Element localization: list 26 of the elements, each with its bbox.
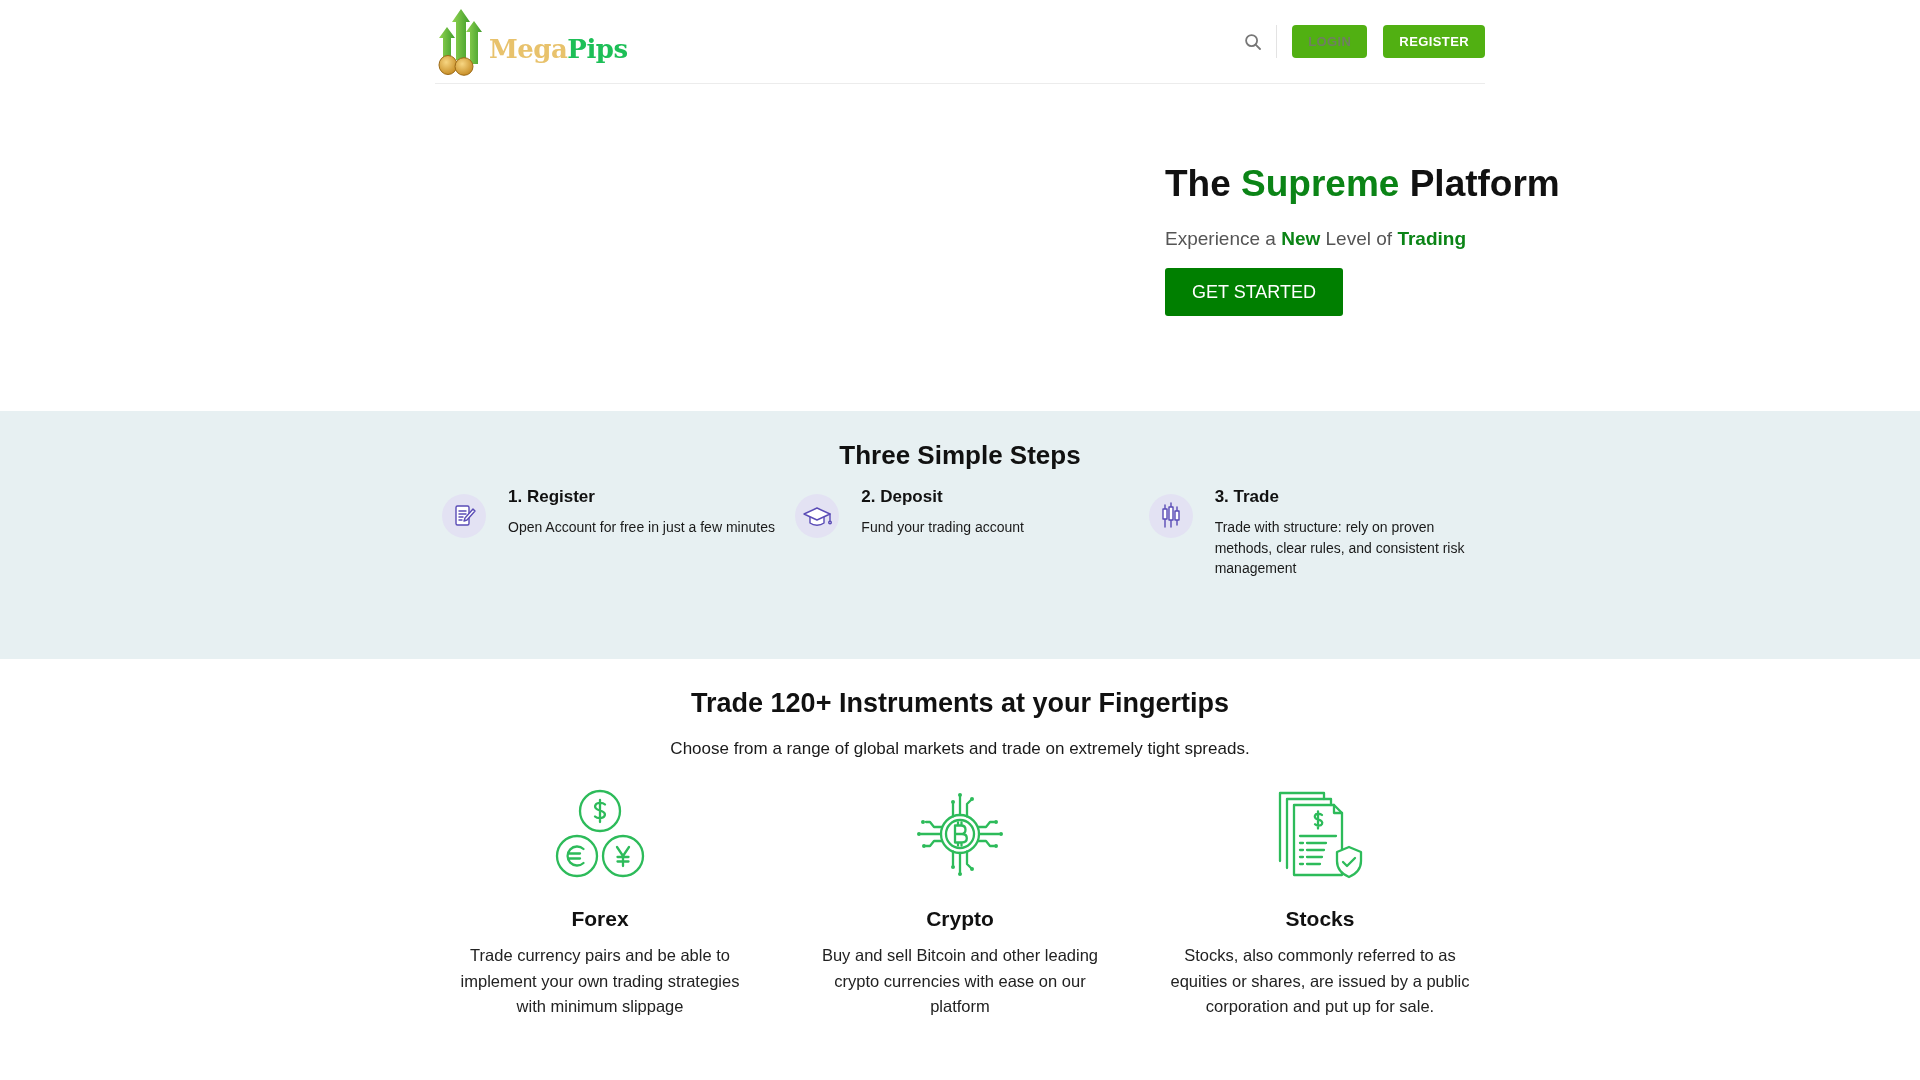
instrument-title: Forex <box>571 906 629 932</box>
section-title: Three Simple Steps <box>838 439 1082 472</box>
documents-shield-icon <box>1276 789 1364 879</box>
step-title: 2. Deposit <box>861 486 944 508</box>
step-title: 3. Trade <box>1214 486 1280 508</box>
instrument-title: Stocks <box>1285 906 1355 932</box>
instrument-description: Trade currency pairs and be able to implement your own trading strategies with minimum slippage <box>459 945 741 1018</box>
instrument-description: Stocks, also commonly referred to as equities or shares, are issued by a public corporation and put up for sale. <box>1169 945 1471 1018</box>
get-started-button[interactable]: GET STARTED <box>1165 268 1344 316</box>
section-subtitle: Choose from a range of global markets and trade on extremely tight spreads. <box>669 738 1251 760</box>
section-title: Trade 120+ Instruments at your Fingertips <box>690 687 1230 720</box>
step-title: 1. Register <box>508 486 596 508</box>
graduation-cap-icon <box>795 494 840 538</box>
instrument-title: Crypto <box>926 906 994 932</box>
currency-coins-icon <box>555 789 645 879</box>
hero-subtitle: Experience a New Level of Trading <box>1165 227 1466 251</box>
register-button[interactable]: REGISTER <box>1383 25 1485 58</box>
step-description: Trade with structure: rely on proven methods, clear rules, and consistent risk management <box>1214 518 1466 578</box>
instrument-description: Buy and sell Bitcoin and other leading crypto currencies with ease on our platform <box>820 945 1100 1018</box>
search-icon[interactable] <box>1245 33 1262 50</box>
logo-text[interactable]: MegaPips <box>489 35 628 62</box>
hero-title: The Supreme Platform <box>1165 162 1560 206</box>
step-description: Open Account for free in just a few minutes <box>508 518 775 537</box>
candlestick-chart-icon <box>1148 494 1193 538</box>
document-pencil-icon <box>442 494 486 538</box>
step-description: Fund your trading account <box>861 518 1024 537</box>
